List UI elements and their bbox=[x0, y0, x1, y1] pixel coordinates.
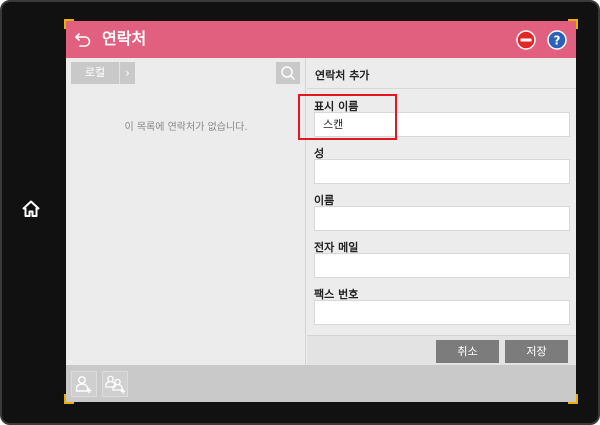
search-icon bbox=[281, 66, 296, 81]
bottom-toolbar bbox=[66, 365, 576, 402]
frame-corner bbox=[64, 19, 74, 29]
add-group-icon bbox=[105, 375, 126, 394]
form-title: 연락처 추가 bbox=[315, 69, 370, 82]
last-name-input[interactable] bbox=[314, 159, 570, 184]
display-name-highlight bbox=[298, 94, 397, 140]
email-input[interactable] bbox=[314, 253, 570, 278]
add-group-button[interactable] bbox=[102, 371, 128, 397]
contact-list-pane: 로컬 › 이 목록에 연락처가 없습니다. bbox=[66, 58, 306, 365]
location-selector[interactable]: 로컬 › bbox=[71, 62, 135, 84]
location-label: 로컬 bbox=[84, 66, 106, 79]
cancel-button[interactable]: 취소 bbox=[436, 340, 499, 363]
page-title: 연락처 bbox=[102, 29, 147, 48]
search-button[interactable] bbox=[276, 62, 300, 84]
fax-number-input[interactable] bbox=[314, 300, 570, 325]
frame-corner bbox=[64, 394, 74, 404]
back-arrow-icon[interactable] bbox=[74, 30, 92, 48]
divider bbox=[307, 88, 576, 89]
empty-list-message: 이 목록에 연락처가 없습니다. bbox=[124, 122, 248, 133]
printer-screen: 연락처 ? 로컬 › 이 목록에 연락처가 없습니다. 연락처 추가 표시 이름… bbox=[66, 21, 576, 402]
frame-corner bbox=[568, 19, 578, 29]
form-actions-bar: 취소 저장 bbox=[307, 335, 576, 365]
frame-corner bbox=[568, 394, 578, 404]
title-bar: 연락처 ? bbox=[66, 21, 576, 58]
chevron-right-icon: › bbox=[119, 62, 135, 84]
add-contact-button[interactable] bbox=[71, 371, 97, 397]
help-icon[interactable]: ? bbox=[547, 30, 567, 50]
add-contact-icon bbox=[75, 376, 92, 393]
save-button[interactable]: 저장 bbox=[505, 340, 568, 363]
home-button[interactable] bbox=[20, 198, 42, 220]
stop-icon[interactable] bbox=[516, 30, 536, 50]
svg-text:?: ? bbox=[554, 34, 561, 48]
home-icon bbox=[22, 200, 40, 217]
first-name-input[interactable] bbox=[314, 206, 570, 231]
